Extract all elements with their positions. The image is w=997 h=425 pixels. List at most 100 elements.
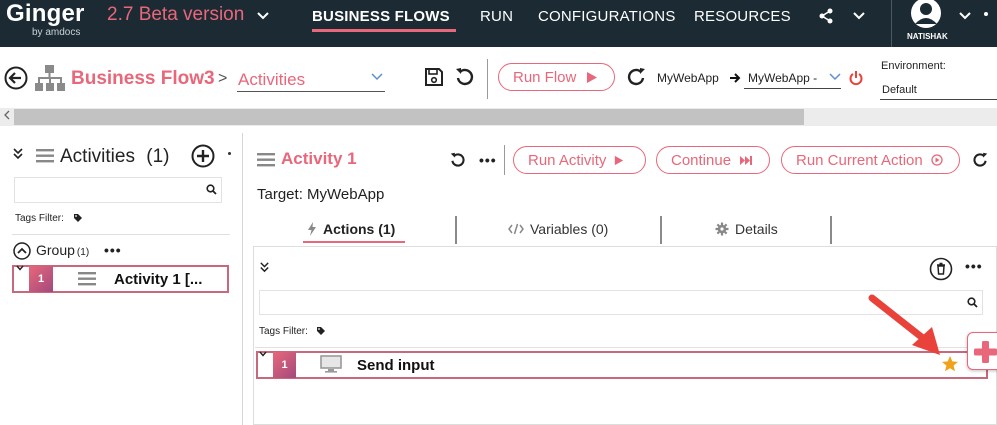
share-icon[interactable] (818, 8, 834, 24)
target-app-select[interactable]: MyWebApp - (748, 71, 817, 85)
group-more-button[interactable]: ••• (104, 242, 122, 258)
run-current-action-label: Run Current Action (796, 151, 923, 169)
more-icon[interactable] (984, 12, 988, 16)
target-app-underline (744, 88, 841, 89)
divider (660, 216, 662, 244)
continue-button[interactable]: Continue (656, 146, 770, 174)
arrow-right-icon (729, 72, 741, 84)
chevron-down-icon[interactable] (256, 11, 270, 21)
business-flow-icon (34, 64, 66, 94)
tab-actions-label: Actions (1) (323, 221, 396, 237)
chevron-down-icon[interactable] (371, 73, 383, 81)
run-activity-button[interactable]: Run Activity (513, 146, 646, 174)
active-tab-indicator (303, 241, 405, 243)
group-label: Group (36, 242, 75, 258)
collapse-all-icon[interactable] (259, 262, 270, 273)
tab-details[interactable]: Details (715, 221, 778, 237)
actions-more-button[interactable]: ••• (965, 258, 983, 274)
drag-handle-icon[interactable] (78, 272, 96, 286)
tag-icon[interactable] (73, 213, 83, 223)
activity-title: Activity 1 (281, 149, 357, 168)
gear-icon (715, 222, 729, 236)
scrollbar-thumb[interactable] (14, 109, 804, 125)
search-icon[interactable] (967, 297, 978, 308)
activity-index-badge: 1 (29, 266, 53, 292)
collapse-group-icon[interactable] (13, 242, 31, 260)
chevron-down-icon[interactable] (829, 73, 841, 81)
panel-divider[interactable] (242, 133, 243, 425)
collapse-all-icon[interactable] (12, 148, 24, 160)
undo-icon[interactable] (455, 67, 475, 87)
action-index-badge: 1 (273, 352, 296, 378)
user-name: NATISHAK (907, 32, 948, 41)
delete-icon[interactable] (929, 257, 953, 281)
chevron-down-icon[interactable] (852, 11, 866, 21)
run-current-action-button[interactable]: Run Current Action (781, 146, 960, 174)
application-label: MyWebApp (657, 71, 719, 85)
annotation-arrow-icon (866, 293, 942, 357)
chevron-down-icon[interactable] (958, 11, 972, 21)
page-selector[interactable]: Activities (238, 70, 305, 90)
monitor-icon (320, 355, 342, 373)
add-action-button[interactable] (967, 332, 997, 370)
nav-configurations[interactable]: CONFIGURATIONS (538, 8, 676, 25)
add-activity-icon[interactable] (191, 144, 215, 168)
version-label: 2.7 Beta version (107, 4, 245, 25)
tags-filter-label: Tags Filter: (259, 326, 308, 337)
star-icon[interactable] (941, 355, 959, 373)
divider (455, 216, 457, 244)
code-icon (508, 223, 524, 235)
page-selector-underline (237, 91, 385, 92)
activities-panel-title: Activities (1) (60, 146, 169, 168)
activities-title: Activities (60, 146, 135, 167)
chevron-down-icon[interactable] (16, 265, 24, 271)
activities-count: (1) (146, 146, 170, 167)
tab-actions[interactable]: Actions (1) (307, 221, 395, 237)
group-header[interactable]: Group (1) (36, 242, 89, 258)
nav-resources[interactable]: RESOURCES (694, 8, 791, 25)
play-icon (586, 71, 598, 84)
fast-forward-icon (739, 155, 753, 166)
activities-search-input[interactable] (14, 177, 222, 203)
list-icon (257, 153, 275, 167)
divider (487, 59, 488, 99)
save-icon[interactable] (424, 67, 444, 87)
refresh-icon[interactable] (972, 152, 988, 168)
chevron-left-icon[interactable] (3, 110, 11, 120)
divider (12, 234, 230, 235)
play-circle-icon (931, 154, 943, 166)
power-icon[interactable] (849, 70, 863, 86)
bolt-icon (307, 222, 317, 236)
tab-variables-label: Variables (0) (530, 221, 609, 237)
group-count: (1) (76, 247, 90, 258)
divider (891, 0, 892, 47)
tag-icon[interactable] (316, 326, 326, 336)
activity-target: Target: MyWebApp (257, 186, 385, 203)
run-activity-label: Run Activity (528, 151, 607, 169)
breadcrumb-separator: > (218, 70, 228, 87)
action-item-label: Send input (357, 357, 435, 374)
nav-business-flows[interactable]: BUSINESS FLOWS (312, 8, 450, 25)
divider (504, 145, 505, 175)
nav-run[interactable]: RUN (480, 8, 513, 25)
run-flow-label: Run Flow (513, 68, 577, 86)
business-flow-title: Business Flow3 (71, 68, 215, 89)
activity-more-button[interactable]: ••• (479, 152, 497, 168)
more-icon[interactable] (228, 152, 231, 155)
environment-select[interactable]: Default (882, 84, 917, 96)
tab-variables[interactable]: Variables (0) (508, 221, 608, 237)
refresh-icon[interactable] (626, 67, 646, 87)
back-icon[interactable] (4, 66, 28, 90)
avatar[interactable] (906, 0, 946, 32)
search-icon[interactable] (206, 184, 217, 195)
list-icon (36, 149, 54, 163)
continue-label: Continue (671, 151, 732, 169)
tab-details-label: Details (735, 221, 778, 237)
divider (830, 216, 832, 244)
run-flow-button[interactable]: Run Flow (498, 63, 615, 91)
tags-filter-label: Tags Filter: (15, 213, 64, 224)
activity-item-label: Activity 1 [... (114, 271, 203, 288)
nav-active-indicator (312, 29, 456, 32)
chevron-down-icon[interactable] (259, 351, 267, 357)
undo-icon[interactable] (450, 152, 466, 168)
